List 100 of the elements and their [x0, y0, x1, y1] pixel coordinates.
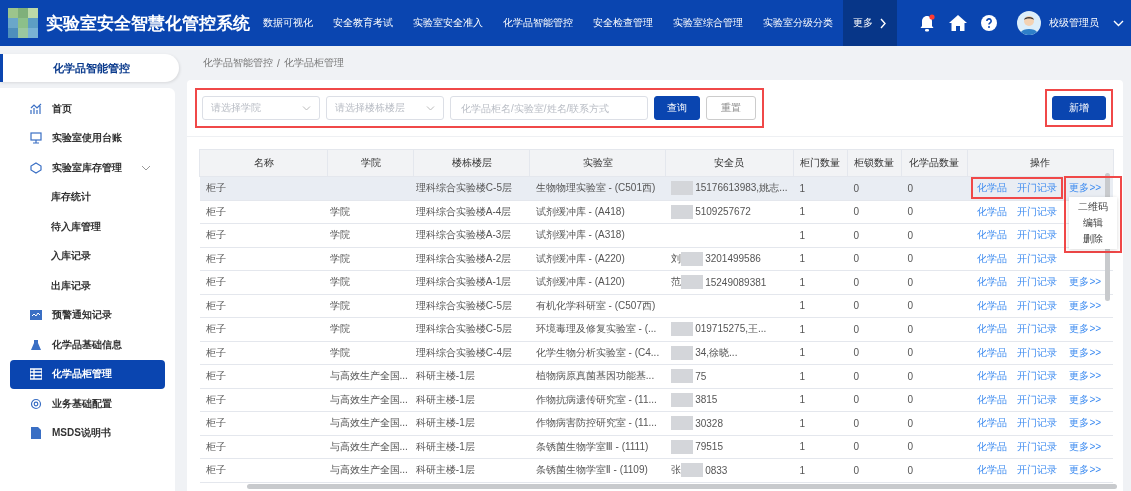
- action-link[interactable]: 开门记录: [1017, 322, 1058, 337]
- table-cell: 植物病原真菌基因功能基...: [529, 364, 666, 388]
- nav-tab[interactable]: 实验室安全准入: [403, 0, 493, 46]
- action-link[interactable]: 化学品: [977, 439, 1008, 454]
- sidebar-item[interactable]: 业务基础配置: [10, 389, 165, 419]
- table-cell: 柜子: [199, 341, 328, 365]
- action-link[interactable]: 开门记录: [1017, 439, 1058, 454]
- action-link[interactable]: 开门记录: [1017, 275, 1058, 290]
- sidebar-item[interactable]: MSDS说明书: [10, 418, 165, 448]
- table-cell: 0: [901, 458, 968, 482]
- sidebar-subitem[interactable]: 库存统计: [0, 182, 175, 212]
- action-link[interactable]: 开门记录: [1017, 204, 1058, 219]
- menu-item[interactable]: 编辑: [1069, 215, 1118, 232]
- nav-tab[interactable]: 化学品智能管控: [493, 0, 583, 46]
- avatar-icon[interactable]: [1017, 11, 1041, 35]
- home-icon[interactable]: [949, 15, 967, 31]
- sidebar-subitem[interactable]: 待入库管理: [0, 212, 175, 242]
- action-link[interactable]: 化学品: [977, 251, 1008, 266]
- nav-tab[interactable]: 安全检查管理: [583, 0, 663, 46]
- action-link[interactable]: 化学品: [977, 345, 1008, 360]
- sidebar-item[interactable]: 实验室使用台账: [10, 123, 165, 153]
- table-cell: 试剂缓冲库 - (A318): [529, 223, 666, 247]
- mosaic-logo-icon: [8, 8, 38, 38]
- action-link[interactable]: 开门记录: [1017, 369, 1058, 384]
- sidebar-item[interactable]: 化学品基础信息: [10, 330, 165, 360]
- more-link[interactable]: 更多>>: [1069, 299, 1102, 311]
- table-cell: 柜子: [199, 458, 328, 482]
- chevron-down-icon: [302, 105, 311, 111]
- action-link[interactable]: 化学品: [977, 392, 1008, 407]
- more-link[interactable]: 更多>>: [1069, 440, 1102, 452]
- table-cell: 试剂缓冲库 - (A418): [529, 200, 666, 224]
- more-link[interactable]: 更多>>: [1069, 417, 1102, 429]
- nav-tab[interactable]: 数据可视化: [253, 0, 323, 46]
- action-link[interactable]: 化学品: [977, 369, 1008, 384]
- chevron-down-icon[interactable]: [1113, 19, 1124, 27]
- reset-button[interactable]: 重置: [706, 96, 756, 120]
- table-cell: 0: [847, 176, 902, 200]
- more-link[interactable]: 更多>>: [1069, 346, 1102, 358]
- more-link[interactable]: 更多>>: [1069, 370, 1102, 382]
- sidebar-item[interactable]: 化学品柜管理: [10, 359, 165, 389]
- sidebar-subitem[interactable]: 出库记录: [0, 271, 175, 301]
- table-cell: 学院: [327, 247, 414, 271]
- nav-tab[interactable]: 实验室分级分类: [753, 0, 843, 46]
- table-cell: 0: [847, 223, 902, 247]
- nav-tab[interactable]: 更多: [843, 0, 897, 46]
- sidebar-item[interactable]: 首页: [10, 94, 165, 124]
- safety-officer-text: 张: [671, 463, 682, 478]
- table-cell: 1: [793, 341, 848, 365]
- more-link[interactable]: 更多>>: [1069, 323, 1102, 335]
- action-link[interactable]: 化学品: [977, 275, 1008, 290]
- query-button[interactable]: 查询: [654, 96, 700, 120]
- table-cell: 柜子: [199, 435, 328, 459]
- action-link[interactable]: 化学品: [977, 463, 1008, 478]
- table-cell: 1: [793, 270, 848, 294]
- nav-tab[interactable]: 实验室综合管理: [663, 0, 753, 46]
- sidebar-item[interactable]: 实验室库存管理: [10, 153, 165, 183]
- table-cell: 0: [847, 200, 902, 224]
- building-select[interactable]: 请选择楼栋楼层: [326, 96, 444, 120]
- action-link[interactable]: 开门记录: [1017, 181, 1058, 196]
- action-link[interactable]: 开门记录: [1017, 228, 1058, 243]
- menu-item[interactable]: 删除: [1069, 231, 1118, 248]
- more-link[interactable]: 更多>>: [1069, 464, 1102, 476]
- table-cell: 0: [901, 341, 968, 365]
- table-cell: 理科综合实验楼C-5层: [413, 176, 530, 200]
- table-cell: 1: [793, 176, 848, 200]
- column-header: 楼栋楼层: [413, 149, 530, 177]
- column-header: 化学品数量: [901, 149, 968, 177]
- safety-officer-text: 3201499586: [705, 253, 761, 265]
- bell-icon[interactable]: [919, 14, 935, 32]
- action-link[interactable]: 化学品: [977, 298, 1008, 313]
- table-cell: 柜子: [199, 200, 328, 224]
- user-name[interactable]: 校级管理员: [1049, 16, 1099, 30]
- more-link[interactable]: 更多>>: [1069, 276, 1102, 288]
- more-link[interactable]: 更多>>: [1069, 393, 1102, 405]
- action-link[interactable]: 开门记录: [1017, 345, 1058, 360]
- help-icon[interactable]: [981, 15, 997, 31]
- safety-officer-text: 刘: [671, 251, 682, 266]
- action-link[interactable]: 开门记录: [1017, 298, 1058, 313]
- nav-tab[interactable]: 安全教育考试: [323, 0, 403, 46]
- action-link[interactable]: 开门记录: [1017, 251, 1058, 266]
- breadcrumb-link[interactable]: 化学品柜管理: [283, 56, 344, 70]
- action-link[interactable]: 化学品: [977, 416, 1008, 431]
- more-link[interactable]: 更多>>: [1069, 182, 1102, 194]
- menu-item[interactable]: 二维码: [1069, 199, 1118, 216]
- sidebar-subitem[interactable]: 入库记录: [0, 241, 175, 271]
- module-tab[interactable]: 化学品智能管控: [0, 54, 179, 82]
- table-cell: 0: [901, 364, 968, 388]
- box-icon: [30, 161, 42, 174]
- action-link[interactable]: 化学品: [977, 322, 1008, 337]
- action-link[interactable]: 开门记录: [1017, 392, 1058, 407]
- action-link[interactable]: 化学品: [977, 204, 1008, 219]
- add-button[interactable]: 新增: [1052, 96, 1106, 120]
- chevron-right-icon: [879, 17, 887, 29]
- action-link[interactable]: 开门记录: [1017, 463, 1058, 478]
- sidebar-item[interactable]: 预警通知记录: [10, 300, 165, 330]
- horizontal-scrollbar[interactable]: [247, 484, 1117, 489]
- action-link[interactable]: 化学品: [977, 228, 1008, 243]
- action-link[interactable]: 开门记录: [1017, 416, 1058, 431]
- breadcrumb-link[interactable]: 化学品智能管控: [203, 56, 273, 70]
- action-link[interactable]: 化学品: [977, 181, 1008, 196]
